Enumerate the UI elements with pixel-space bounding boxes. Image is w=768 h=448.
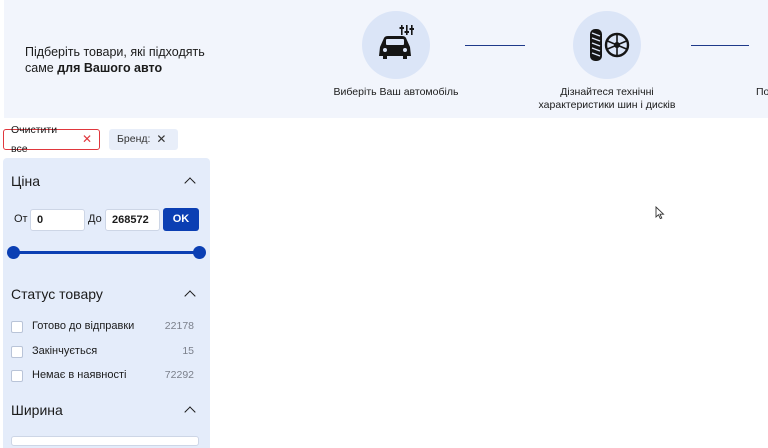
step-connector-2 — [691, 45, 749, 46]
close-icon[interactable]: ✕ — [156, 130, 166, 149]
price-to-input[interactable]: 268572 — [105, 209, 160, 231]
banner-intro-line1: Підберіть товари, які підходять — [25, 45, 205, 59]
checkbox[interactable] — [11, 321, 23, 333]
status-option-count: 72292 — [164, 369, 194, 381]
checkbox[interactable] — [11, 370, 23, 382]
checkbox[interactable] — [11, 346, 23, 358]
price-from-input[interactable]: 0 — [30, 209, 85, 231]
price-slider-max-handle[interactable] — [193, 246, 206, 259]
step-tire-circle[interactable] — [573, 11, 641, 79]
brand-chip-label: Бренд: — [117, 133, 151, 145]
price-slider-min-handle[interactable] — [7, 246, 20, 259]
width-search-input[interactable] — [11, 436, 199, 446]
mouse-pointer-icon — [655, 206, 665, 220]
status-option-out-of-stock[interactable]: Немає в наявності 72292 — [11, 369, 194, 383]
status-option-label: Немає в наявності — [32, 369, 127, 381]
status-option-ready[interactable]: Готово до відправки 22178 — [11, 320, 194, 334]
close-icon[interactable]: ✕ — [82, 130, 92, 149]
step-label-tires-line2: характеристики шин і дисків — [538, 99, 676, 111]
banner-intro-line2: саме для Вашого авто — [25, 60, 205, 76]
price-ok-button[interactable]: OK — [163, 208, 199, 231]
brand-filter-chip[interactable]: Бренд: ✕ — [109, 129, 178, 150]
banner-intro-prefix: саме — [25, 61, 58, 75]
price-from-label: От — [14, 213, 28, 225]
step-label-tires-line1: Дізнайтеся технічні — [560, 86, 654, 98]
banner-intro-text: Підберіть товари, які підходять саме для… — [25, 44, 205, 76]
price-filter-title[interactable]: Ціна — [11, 173, 40, 189]
step-car-circle[interactable] — [362, 11, 430, 79]
banner-intro-bold: для Вашого авто — [57, 61, 163, 75]
car-settings-icon — [379, 25, 414, 59]
step-label-car: Виберіть Ваш автомобіль — [333, 86, 459, 98]
status-option-ending[interactable]: Закінчується 15 — [11, 345, 194, 359]
step-label-tires: Дізнайтеся технічні характеристики шин і… — [527, 86, 687, 112]
status-option-count: 15 — [182, 345, 194, 357]
clear-all-label: Очистити все — [11, 123, 58, 155]
price-slider-track[interactable] — [13, 251, 199, 254]
status-option-count: 22178 — [164, 320, 194, 332]
tire-wheel-icon — [590, 29, 630, 61]
price-to-label: До — [88, 213, 102, 225]
step-connector-1 — [465, 45, 525, 46]
status-filter-title[interactable]: Статус товару — [11, 286, 103, 302]
step-label-partial: По — [756, 86, 768, 98]
width-filter-title[interactable]: Ширина — [11, 402, 63, 418]
clear-all-chip[interactable]: Очистити все ✕ — [3, 124, 100, 155]
status-option-label: Готово до відправки — [32, 320, 135, 332]
status-option-label: Закінчується — [32, 345, 98, 357]
